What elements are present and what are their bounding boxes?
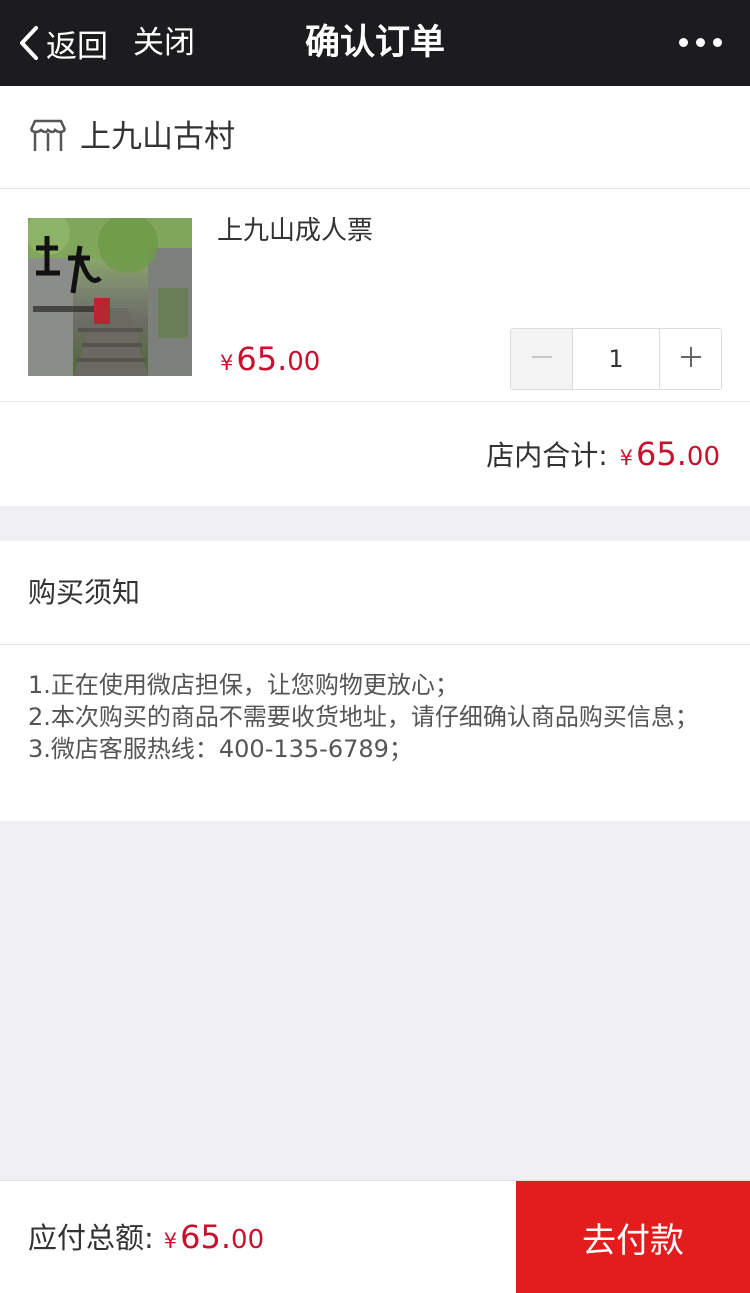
quantity-stepper: 1 <box>510 328 722 390</box>
shop-total-label: 店内合计: <box>486 439 608 472</box>
payable-label: 应付总额: <box>28 1221 154 1255</box>
currency-symbol: ¥ <box>163 1229 178 1253</box>
price-integer: 65. <box>236 340 288 378</box>
back-button[interactable]: 返回 <box>18 18 108 68</box>
price-decimal: 00 <box>231 1225 265 1255</box>
price-integer: 65. <box>180 1218 232 1256</box>
notice-body: 1.正在使用微店担保，让您购物更放心； 2.本次购买的商品不需要收货地址，请仔细… <box>0 645 750 821</box>
order-item: 上九山成人票 ¥65.00 1 <box>0 189 750 402</box>
shop-name: 上九山古村 <box>80 119 235 155</box>
plus-icon <box>679 345 703 373</box>
page-title: 确认订单 <box>304 23 445 63</box>
shop-header[interactable]: 上九山古村 <box>0 86 750 189</box>
notice-line: 2.本次购买的商品不需要收货地址，请仔细确认商品购买信息； <box>28 703 699 731</box>
increase-button[interactable] <box>659 329 721 389</box>
shop-total-row: 店内合计: ¥65.00 <box>0 402 750 506</box>
price-integer: 65. <box>636 435 687 473</box>
payable-total: 应付总额: ¥65.00 <box>28 1215 264 1265</box>
minus-icon <box>530 345 554 373</box>
more-dots-icon[interactable] <box>671 30 722 54</box>
close-button[interactable]: 关闭 <box>133 18 195 68</box>
notice-header: 购买须知 <box>0 541 750 645</box>
navigation-bar: 返回 关闭 确认订单 <box>0 0 750 86</box>
storefront-icon <box>28 118 68 158</box>
currency-symbol: ¥ <box>220 351 234 375</box>
quantity-input[interactable]: 1 <box>573 329 659 389</box>
chevron-left-icon <box>18 25 40 61</box>
back-label: 返回 <box>46 28 108 65</box>
notice-line: 3.微店客服热线：400-135-6789； <box>28 735 413 763</box>
price-decimal: 00 <box>686 442 720 472</box>
product-price: ¥65.00 <box>220 339 320 385</box>
shop-total-price: ¥65.00 <box>620 432 720 482</box>
currency-symbol: ¥ <box>619 446 634 470</box>
decrease-button[interactable] <box>511 329 573 389</box>
payable-price: ¥65.00 <box>164 1215 264 1265</box>
price-decimal: 00 <box>287 347 321 377</box>
pay-button[interactable]: 去付款 <box>516 1181 750 1293</box>
notice-title: 购买须知 <box>28 576 141 609</box>
checkout-bar: 应付总额: ¥65.00 去付款 <box>0 1180 750 1293</box>
product-thumbnail <box>28 218 192 376</box>
notice-line: 1.正在使用微店担保，让您购物更放心； <box>28 671 459 699</box>
product-title: 上九山成人票 <box>217 216 374 246</box>
